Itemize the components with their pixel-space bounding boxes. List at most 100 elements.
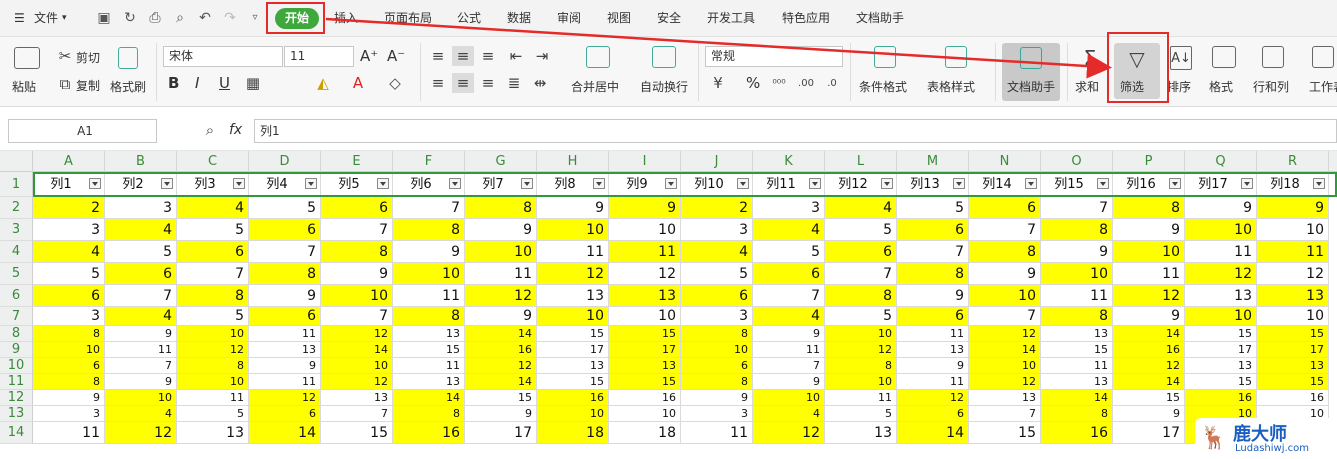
cell[interactable]: 6: [177, 241, 249, 263]
cell[interactable]: 12: [897, 390, 969, 406]
cell[interactable]: 7: [321, 406, 393, 422]
print-icon[interactable]: ⎙: [145, 8, 165, 28]
wrap-icon[interactable]: [652, 46, 676, 68]
cell[interactable]: 11: [177, 390, 249, 406]
filter-dropdown-button[interactable]: [809, 178, 821, 189]
cell[interactable]: 10: [537, 307, 609, 326]
cell[interactable]: 7: [1041, 197, 1113, 219]
cell[interactable]: 8: [681, 374, 753, 390]
cell[interactable]: 14: [393, 390, 465, 406]
header-cell[interactable]: 列11: [753, 172, 825, 197]
cut-button[interactable]: 剪切: [76, 49, 100, 66]
cell[interactable]: 3: [33, 307, 105, 326]
filter-dropdown-button[interactable]: [305, 178, 317, 189]
cell[interactable]: 8: [33, 374, 105, 390]
column-header-d[interactable]: D: [249, 151, 321, 172]
row-header-8[interactable]: 8: [0, 326, 33, 342]
column-header-e[interactable]: E: [321, 151, 393, 172]
cell[interactable]: 8: [825, 358, 897, 374]
cell[interactable]: 5: [177, 307, 249, 326]
cell[interactable]: 9: [537, 197, 609, 219]
cell[interactable]: 11: [681, 422, 753, 444]
font-grow-icon[interactable]: A⁺: [360, 47, 378, 65]
percent-button[interactable]: %: [746, 74, 760, 92]
cell[interactable]: 12: [321, 374, 393, 390]
column-header-a[interactable]: A: [33, 151, 105, 172]
cell[interactable]: 10: [825, 374, 897, 390]
cell[interactable]: 15: [1257, 374, 1329, 390]
cell[interactable]: 10: [1041, 263, 1113, 285]
cell[interactable]: 10: [321, 285, 393, 307]
cell[interactable]: 13: [1185, 285, 1257, 307]
filter-dropdown-button[interactable]: [161, 178, 173, 189]
cell[interactable]: 8: [825, 285, 897, 307]
cell[interactable]: 6: [249, 219, 321, 241]
cell[interactable]: 9: [465, 307, 537, 326]
cell[interactable]: 8: [33, 326, 105, 342]
filter-dropdown-button[interactable]: [1025, 178, 1037, 189]
cell[interactable]: 7: [393, 197, 465, 219]
increase-decimal-icon[interactable]: .00: [796, 74, 816, 92]
copy-button[interactable]: 复制: [76, 77, 100, 94]
row-header-1[interactable]: 1: [0, 172, 33, 197]
cell[interactable]: 3: [105, 197, 177, 219]
cell[interactable]: 12: [969, 326, 1041, 342]
cell[interactable]: 14: [1113, 326, 1185, 342]
row-header-12[interactable]: 12: [0, 390, 33, 406]
cell[interactable]: 5: [249, 197, 321, 219]
filter-dropdown-button[interactable]: [953, 178, 965, 189]
cell[interactable]: 17: [609, 342, 681, 358]
paste-button[interactable]: 粘贴: [12, 78, 36, 95]
tab-page-layout[interactable]: 页面布局: [384, 0, 432, 37]
worksheet-button[interactable]: 工作表: [1309, 78, 1337, 95]
cell[interactable]: 6: [753, 263, 825, 285]
cell[interactable]: 14: [1041, 390, 1113, 406]
align-center-icon[interactable]: ≡: [452, 73, 474, 93]
cell[interactable]: 6: [897, 406, 969, 422]
cell[interactable]: 15: [1185, 374, 1257, 390]
cell[interactable]: 4: [681, 241, 753, 263]
header-cell[interactable]: 列17: [1185, 172, 1257, 197]
cell[interactable]: 17: [465, 422, 537, 444]
worksheet-icon[interactable]: [1312, 46, 1334, 68]
tab-view[interactable]: 视图: [607, 0, 631, 37]
cell[interactable]: 5: [105, 241, 177, 263]
cell[interactable]: 16: [1185, 390, 1257, 406]
tab-security[interactable]: 安全: [657, 0, 681, 37]
font-color-icon[interactable]: A: [348, 74, 368, 92]
cell[interactable]: 8: [465, 197, 537, 219]
cell[interactable]: 5: [825, 406, 897, 422]
header-cell[interactable]: 列7: [465, 172, 537, 197]
cell[interactable]: 17: [1257, 342, 1329, 358]
header-cell[interactable]: 列14: [969, 172, 1041, 197]
cell[interactable]: 6: [969, 197, 1041, 219]
header-cell[interactable]: 列10: [681, 172, 753, 197]
cell[interactable]: 8: [321, 241, 393, 263]
cell[interactable]: 10: [969, 285, 1041, 307]
cell[interactable]: 9: [681, 390, 753, 406]
save-icon[interactable]: ▣: [94, 8, 114, 28]
cell[interactable]: 13: [249, 342, 321, 358]
cell[interactable]: 4: [825, 197, 897, 219]
cell[interactable]: 5: [825, 219, 897, 241]
cut-icon[interactable]: ✂: [56, 47, 74, 65]
cell[interactable]: 13: [1041, 374, 1113, 390]
column-header-n[interactable]: N: [969, 151, 1041, 172]
indent-decrease-icon[interactable]: ⇤: [506, 46, 526, 66]
cell[interactable]: 12: [465, 285, 537, 307]
cell[interactable]: 10: [105, 390, 177, 406]
cell[interactable]: 6: [897, 219, 969, 241]
font-shrink-icon[interactable]: A⁻: [387, 47, 405, 65]
sum-button[interactable]: 求和: [1075, 78, 1099, 95]
cell[interactable]: 18: [609, 422, 681, 444]
cell[interactable]: 10: [1185, 307, 1257, 326]
cell[interactable]: 10: [1113, 241, 1185, 263]
header-cell[interactable]: 列12: [825, 172, 897, 197]
cell[interactable]: 15: [393, 342, 465, 358]
column-header-m[interactable]: M: [897, 151, 969, 172]
cell[interactable]: 9: [105, 326, 177, 342]
currency-icon[interactable]: ¥: [708, 74, 728, 92]
align-top-icon[interactable]: ≡: [428, 46, 448, 66]
header-cell[interactable]: 列6: [393, 172, 465, 197]
cell[interactable]: 9: [249, 358, 321, 374]
